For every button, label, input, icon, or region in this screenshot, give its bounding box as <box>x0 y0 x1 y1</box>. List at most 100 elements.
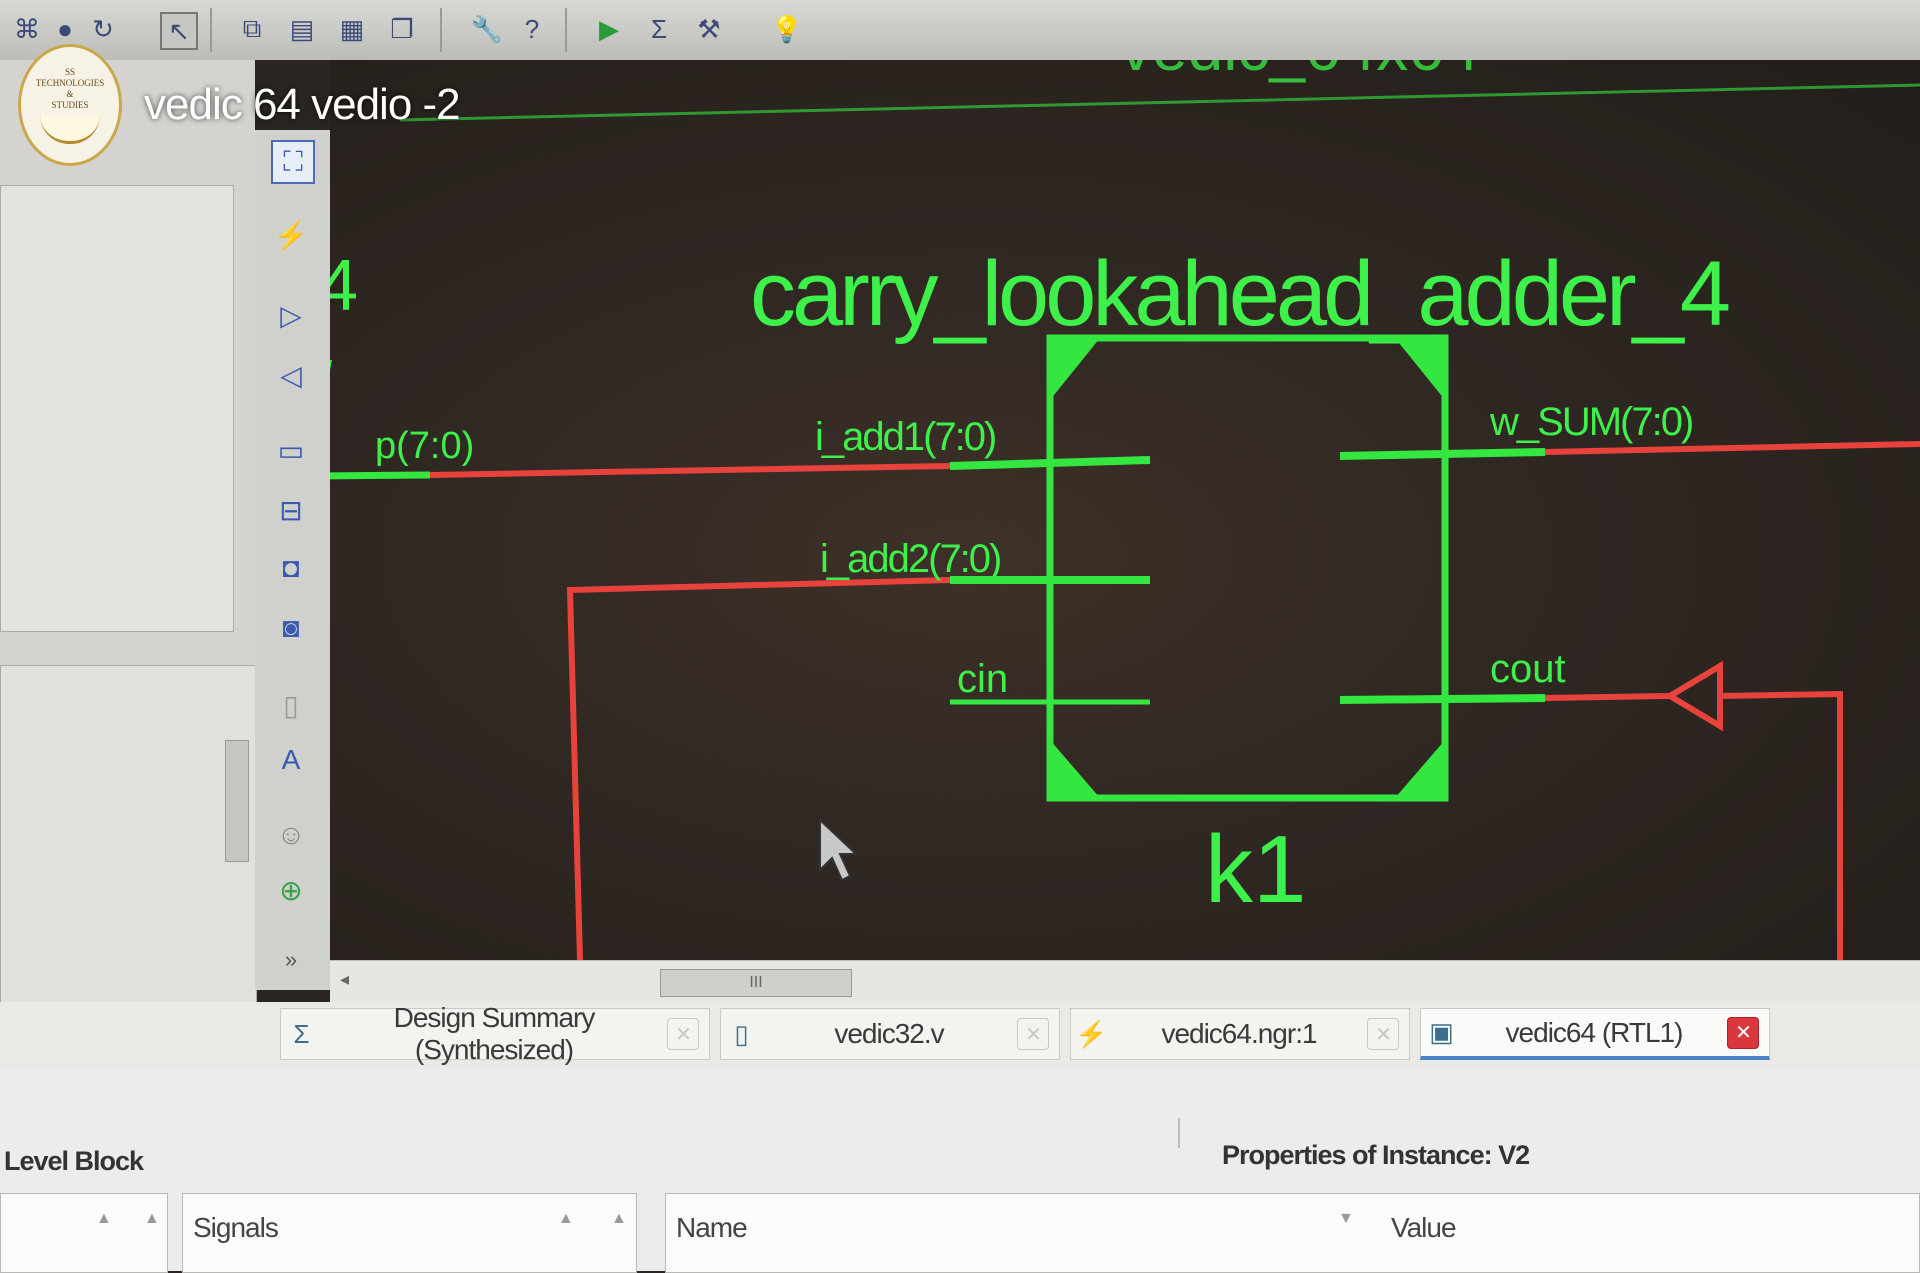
pointer-icon[interactable]: ↖ <box>160 12 198 50</box>
panel-divider[interactable] <box>1178 1118 1180 1148</box>
run-icon[interactable]: ▶ <box>592 12 626 46</box>
window-tile-icon[interactable]: ▦ <box>335 12 369 46</box>
text-icon[interactable]: A <box>271 740 311 780</box>
port-w-sum-label: w_SUM(7:0) <box>1489 400 1692 444</box>
bottom-panel: Level Block Properties of Instance: V2 ▲… <box>0 1068 1920 1273</box>
properties-title: Properties of Instance: V2 <box>1222 1140 1530 1170</box>
schematic-icon: ▣ <box>1429 1017 1454 1047</box>
signals-list[interactable]: Signals ▲ ▲ <box>182 1193 637 1273</box>
processes-view[interactable] <box>0 665 257 1017</box>
port-cout-label: cout <box>1490 647 1566 691</box>
left-block-label: 4 <box>330 246 358 326</box>
sort-up-icon[interactable]: ▲ <box>96 1210 112 1228</box>
scroll-left-icon[interactable]: ◂ <box>340 969 349 990</box>
output-buffer-icon[interactable] <box>1664 660 1723 732</box>
pin-cout[interactable] <box>1339 694 1546 704</box>
properties-table[interactable]: Name ▼ Value <box>665 1193 1920 1273</box>
document-icon: ▯ <box>734 1018 748 1049</box>
tab-vedic64-rtl[interactable]: ▣ vedic64 (RTL1) ✕ <box>1420 1008 1770 1060</box>
instance-label: k1 <box>1205 816 1306 923</box>
toolbar-separator <box>565 8 567 52</box>
block-corner-tr <box>1395 338 1445 400</box>
tab-label: vedic64.ngr:1 <box>1161 1018 1317 1049</box>
page-up-icon[interactable]: ◘ <box>271 548 311 588</box>
tab-design-summary[interactable]: Σ Design Summary (Synthesized) ✕ <box>280 1002 710 1065</box>
net-p-green <box>330 471 431 480</box>
netlist-icon: ⚡ <box>1075 1018 1107 1049</box>
view-icon[interactable]: ▭ <box>271 430 311 470</box>
video-title: vedic 64 vedio -2 <box>144 80 461 129</box>
help-icon[interactable]: ? <box>515 12 549 46</box>
value-column-header[interactable]: Value <box>1391 1212 1457 1244</box>
go-back-icon[interactable]: ⊕ <box>271 870 311 910</box>
port-i-add1-label: i_add1(7:0) <box>815 415 995 459</box>
zoom-fit-icon[interactable]: ⛶ <box>271 140 315 184</box>
tab-label: Design Summary (Synthesized) <box>393 1002 596 1065</box>
horizontal-scrollbar[interactable]: ◂ III <box>330 960 1920 1003</box>
header-line <box>399 83 1920 122</box>
left-block-corner <box>330 360 332 370</box>
scroll-thumb[interactable]: III <box>660 969 852 997</box>
sigma-icon: Σ <box>293 1018 309 1049</box>
block-corner-tl <box>1050 338 1100 400</box>
pin-i-add1[interactable] <box>949 456 1151 470</box>
logo-text-line-3: & <box>66 88 74 99</box>
bulb-icon[interactable]: 💡 <box>770 12 804 46</box>
net-label-p: p(7:0) <box>375 425 474 467</box>
pin-w-sum[interactable] <box>1339 448 1546 460</box>
book-icon <box>40 114 100 144</box>
name-column-header[interactable]: Name <box>676 1212 748 1244</box>
tab-vedic32-v[interactable]: ▯ vedic32.v ✕ <box>720 1008 1060 1060</box>
window-split-icon[interactable]: ▤ <box>285 12 319 46</box>
net-cout-red <box>1544 693 1671 701</box>
page-down-icon[interactable]: ◙ <box>271 608 311 648</box>
refresh-icon[interactable]: ↻ <box>86 12 120 46</box>
compare-icon[interactable]: ⊟ <box>271 490 311 530</box>
schematic-drawing: vedic_64x64 4 p(7:0) carry_lookahead_add… <box>330 60 1920 960</box>
close-icon[interactable]: ✕ <box>1727 1016 1759 1049</box>
document-icon[interactable]: ▯ <box>271 685 311 725</box>
user-icon[interactable]: ☺ <box>271 815 311 855</box>
close-icon[interactable]: ✕ <box>1367 1018 1399 1050</box>
hierarchy-view[interactable] <box>0 185 234 632</box>
port-i-add2-label: i_add2(7:0) <box>820 537 1000 581</box>
expand-more-icon[interactable]: » <box>271 940 311 980</box>
level-block-list[interactable]: ▲ ▲ <box>0 1193 168 1273</box>
signals-header[interactable]: Signals <box>193 1212 279 1244</box>
back-icon[interactable]: ◁ <box>271 355 311 395</box>
tab-vedic64-ngr[interactable]: ⚡ vedic64.ngr:1 ✕ <box>1070 1008 1410 1060</box>
net-cout-route <box>1719 690 1843 960</box>
tab-label: vedic32.v <box>834 1018 944 1049</box>
sort-down-icon[interactable]: ▼ <box>1338 1210 1354 1228</box>
close-icon[interactable]: ✕ <box>1017 1018 1049 1050</box>
block-title: carry_lookahead_adder_4 <box>750 243 1729 345</box>
add-pins-icon[interactable]: ⚡ <box>271 215 311 255</box>
close-icon[interactable]: ✕ <box>667 1018 699 1050</box>
window-cascade-icon[interactable]: ⧉ <box>235 12 269 46</box>
logo-text-line-4: STUDIES <box>51 99 89 110</box>
vertical-scrollbar[interactable] <box>225 740 249 862</box>
logo-text-line-1: SS <box>64 66 75 77</box>
left-panel <box>0 60 257 1017</box>
forward-icon[interactable]: ▷ <box>271 295 311 335</box>
wrench-icon[interactable]: 🔧 <box>470 12 504 46</box>
sort-up-icon[interactable]: ▲ <box>611 1210 627 1228</box>
net-add2-red <box>566 577 951 960</box>
toolbar-separator <box>440 8 442 52</box>
toolbar-separator <box>210 8 212 52</box>
sort-up-icon[interactable]: ▲ <box>558 1210 574 1228</box>
port-cin-label: cin <box>957 657 1008 701</box>
sort-up-icon[interactable]: ▲ <box>144 1210 160 1228</box>
adder-block[interactable] <box>1046 334 1449 802</box>
block-corner-br <box>1395 740 1445 798</box>
header-partial-text: vedic_64x64 <box>1120 60 1479 84</box>
main-toolbar: ⌘ ● ↻ ↖ ⧉ ▤ ▦ ❐ 🔧 ? ▶ Σ ⚒ 💡 <box>0 0 1920 60</box>
compile-icon[interactable]: ⚒ <box>692 12 726 46</box>
window-float-icon[interactable]: ❐ <box>385 12 419 46</box>
sigma-icon[interactable]: Σ <box>642 12 676 46</box>
record-icon[interactable]: ● <box>48 12 82 46</box>
schematic-canvas[interactable]: vedic_64x64 4 p(7:0) carry_lookahead_add… <box>330 60 1920 960</box>
block-corner-bl <box>1050 740 1100 798</box>
hierarchy-icon[interactable]: ⌘ <box>10 12 44 46</box>
editor-tab-bar: Σ Design Summary (Synthesized) ✕ ▯ vedic… <box>0 1002 1920 1069</box>
